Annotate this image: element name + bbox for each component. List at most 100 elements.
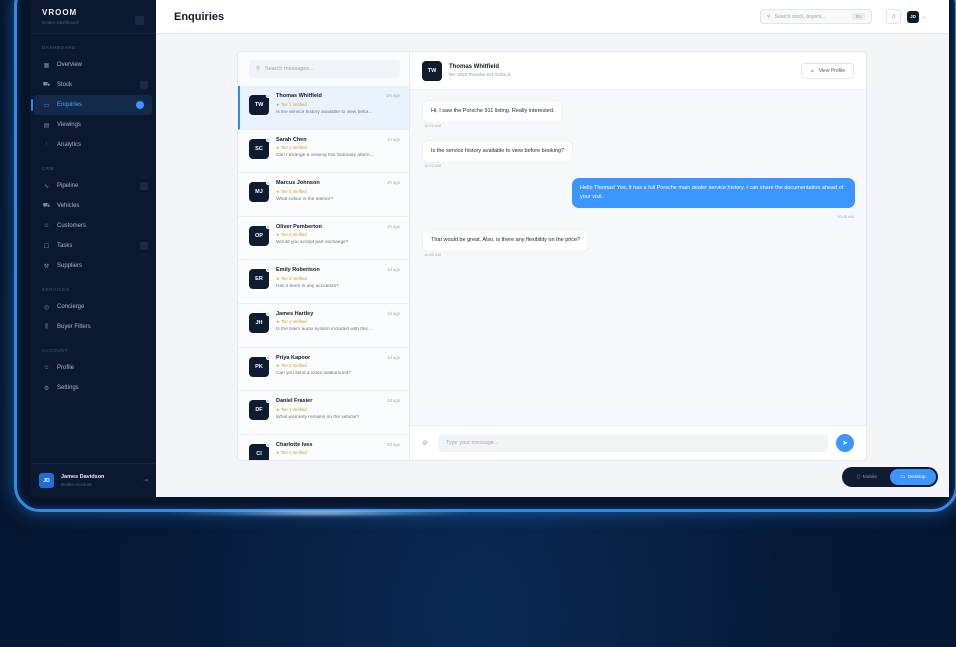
- avatar: JD: [39, 473, 54, 488]
- sidebar-item-suppliers[interactable]: ⚒ Suppliers: [31, 256, 156, 276]
- contact-name: Marcus Johnson: [276, 180, 320, 187]
- conversation-item[interactable]: SC Sarah Chen 1h ago ★ Tier 1 Verified Can I…: [238, 130, 409, 174]
- sidebar-item-profile[interactable]: ☺ Profile: [31, 358, 156, 378]
- conversation-item[interactable]: OP Oliver Pemberton 1h ago ★ Tier 1 Verifie…: [238, 217, 409, 261]
- sidebar-item-buyer-filters[interactable]: ⫼ Buyer Filters: [31, 317, 156, 337]
- search-icon: ⚲: [256, 66, 261, 72]
- conversation-header: Oliver Pemberton 1h ago: [276, 224, 400, 230]
- online-indicator: [266, 442, 270, 447]
- conversation-time: 1h ago: [387, 136, 400, 142]
- contact-name: Daniel Frasier: [276, 398, 313, 405]
- sidebar-item-enquiries[interactable]: ▭ Enquiries: [31, 95, 152, 115]
- sidebar-item-viewings[interactable]: ▤ Viewings: [31, 115, 156, 135]
- conversation-item[interactable]: MJ Marcus Johnson 4h ago ★ Tier 2 Verified W…: [238, 173, 409, 217]
- contact-name: Thomas Whitfield: [276, 93, 322, 99]
- message-thread: Hi, I saw the Porsche 911 listing. Reall…: [410, 90, 866, 425]
- sidebar-item-label: Buyer Filters: [57, 324, 91, 330]
- sidebar-item-vehicles[interactable]: ⛟ Vehicles: [31, 196, 156, 216]
- section-title-account: Account: [42, 348, 69, 353]
- messaging-panel: ⚲ Search messages... TW Thomas Whitfield 1…: [237, 51, 867, 461]
- online-indicator: [266, 224, 270, 229]
- search-placeholder: Search stock, buyers...: [774, 13, 826, 20]
- verification-badge: ★ Tier 1 Verified: [276, 319, 307, 325]
- avatar: SC: [249, 137, 270, 159]
- message-preview: What colour is the interior?: [276, 196, 334, 202]
- brand: VROOM Dealer Dashboard: [31, 0, 156, 34]
- device-frame: VROOM Dealer Dashboard Dashboard ▦ Overvi…: [14, 0, 956, 512]
- avatar-initials: JH: [255, 319, 263, 326]
- attachment-icon[interactable]: ⊘: [422, 439, 428, 447]
- message-timestamp: 10:51 AM: [424, 252, 441, 257]
- conversation-item[interactable]: PK Priya Kapoor 1d ago ★ Tier 2 Verified Can…: [238, 348, 409, 392]
- global-search-input[interactable]: ⚲ Search stock, buyers... ⌘K: [760, 9, 872, 24]
- send-button[interactable]: ➤: [836, 434, 854, 452]
- desktop-view-button[interactable]: ▭ Desktop: [890, 469, 936, 485]
- conversation-item[interactable]: JH James Hartley 1d ago ★ Tier 1 Verified Is…: [238, 304, 409, 348]
- chat-header: TW Thomas Whitfield Re: 2022 Porsche 911…: [410, 52, 866, 90]
- conversation-header: Priya Kapoor 1d ago: [276, 355, 400, 361]
- sidebar-item-label: Customers: [57, 223, 87, 229]
- online-indicator: [266, 94, 270, 98]
- avatar-initials: CI: [256, 450, 262, 457]
- search-placeholder: Search messages...: [265, 66, 314, 72]
- message-input[interactable]: Type your message...: [437, 434, 828, 452]
- message-preview: Has it been in any accidents?: [276, 283, 339, 289]
- avatar: PK: [249, 355, 270, 377]
- sidebar-item-tasks[interactable]: ☐ Tasks: [31, 236, 156, 256]
- conversation-item[interactable]: DF Daniel Frasier 2d ago ★ Tier 1 Verified W…: [238, 391, 409, 435]
- contact-name: Thomas Whitfield: [449, 64, 499, 70]
- logout-icon[interactable]: ⇥: [143, 477, 148, 484]
- conversation-header: Daniel Frasier 2d ago: [276, 398, 400, 404]
- page-title: Enquiries: [174, 10, 225, 23]
- message-timestamp: 10:20 AM: [424, 123, 441, 128]
- message-preview: Can I arrange a viewing this Saturday af…: [276, 153, 374, 159]
- online-indicator: [266, 355, 270, 360]
- avatar: DF: [249, 399, 270, 421]
- conversation-item[interactable]: TW Thomas Whitfield 1m ago ★ Tier 1 Verifie…: [238, 86, 409, 130]
- contact-name: Priya Kapoor: [276, 354, 311, 361]
- sidebar-item-concierge[interactable]: ◎ Concierge: [31, 297, 156, 317]
- message-search-input[interactable]: ⚲ Search messages...: [249, 60, 400, 78]
- conversation-item[interactable]: CI Charlotte Ives 2d ago ★ Tier 1 Verified: [238, 435, 409, 460]
- message-bubble-outgoing: Hello Thomas! Yes, it has a full Porsche…: [572, 178, 855, 208]
- verification-badge: ★ Tier 1 Verified: [276, 232, 307, 238]
- verification-badge: ★ Tier 1 Verified: [276, 145, 307, 151]
- verification-badge: ★ Tier 1 Verified: [276, 101, 307, 107]
- sidebar-item-customers[interactable]: ☺ Customers: [31, 216, 156, 236]
- sidebar-item-analytics[interactable]: ⫶ Analytics: [31, 135, 156, 155]
- sidebar-item-stock[interactable]: ⛟ Stock: [31, 75, 156, 95]
- verification-badge: ★ Tier 1 Verified: [276, 450, 307, 456]
- conversation-header: Charlotte Ives 2d ago: [276, 442, 400, 448]
- avatar-initials: DF: [255, 407, 263, 414]
- online-indicator: [266, 268, 270, 273]
- online-indicator: [266, 311, 270, 316]
- user-menu[interactable]: JD ⌄: [907, 9, 931, 24]
- conversation-body: Daniel Frasier 2d ago ★ Tier 1 Verified Wha…: [276, 398, 400, 434]
- conversation-body: Priya Kapoor 1d ago ★ Tier 2 Verified Can y…: [276, 355, 400, 391]
- sidebar-item-label: Vehicles: [57, 203, 80, 209]
- conversation-body: Charlotte Ives 2d ago ★ Tier 1 Verified: [276, 442, 400, 460]
- conversation-item[interactable]: ER Emily Robertson 1d ago ★ Tier 2 Verified…: [238, 260, 409, 304]
- vehicle-icon: ⛟: [42, 203, 51, 209]
- filter-icon: ⫼: [45, 323, 48, 330]
- count-badge: [140, 242, 148, 250]
- conversation-body: James Hartley 1d ago ★ Tier 1 Verified Is t…: [276, 311, 400, 347]
- sidebar-item-label: Profile: [57, 365, 75, 371]
- message-placeholder: Type your message...: [445, 440, 499, 446]
- brand-logo: VROOM: [42, 8, 78, 17]
- contact-name: James Hartley: [276, 310, 314, 317]
- sidebar-item-overview[interactable]: ▦ Overview: [31, 55, 156, 75]
- conversation-time: 2d ago: [387, 441, 400, 447]
- mobile-view-button[interactable]: ▯ Mobile: [844, 469, 890, 485]
- conversation-time: 1h ago: [387, 223, 400, 229]
- collapse-sidebar-icon[interactable]: [135, 16, 144, 25]
- user-account[interactable]: JD James Davidson Dealer Account ⇥: [31, 463, 156, 497]
- sidebar-item-pipeline[interactable]: ∿ Pipeline: [31, 176, 156, 196]
- notification-bell-icon[interactable]: ♫: [886, 9, 901, 24]
- view-profile-button[interactable]: ☺ View Profile: [800, 62, 854, 79]
- conversation-header: Emily Robertson 1d ago: [276, 267, 400, 273]
- conversation-time: 1d ago: [387, 310, 400, 316]
- avatar: MJ: [249, 181, 270, 203]
- sidebar-item-label: Analytics: [57, 142, 82, 148]
- sidebar-item-settings[interactable]: ⚙ Settings: [31, 378, 156, 398]
